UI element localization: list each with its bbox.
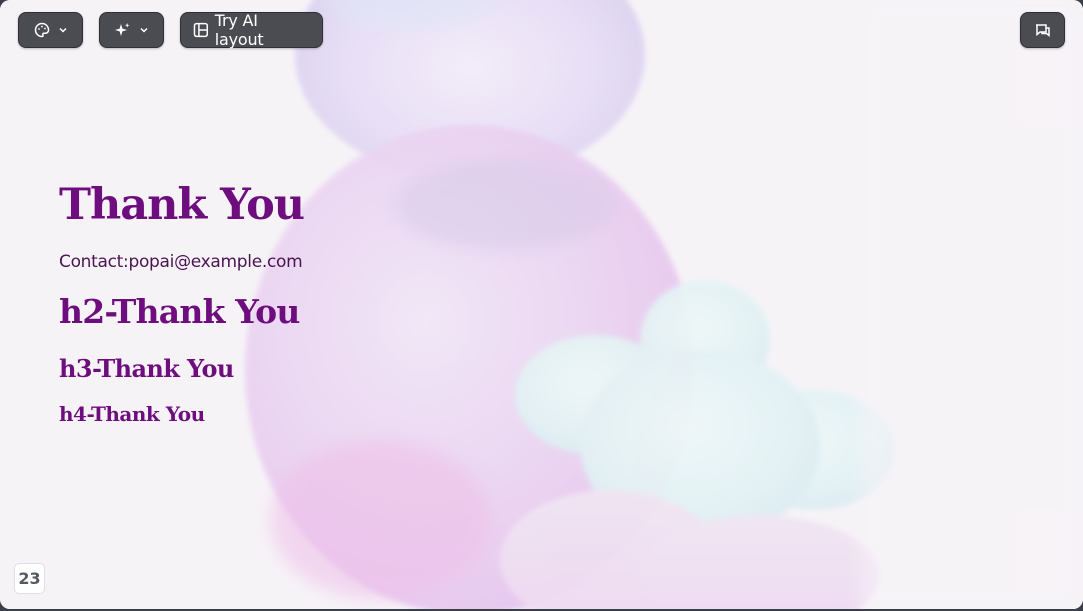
heading-h4: h4-Thank You [59, 402, 205, 426]
layout-icon [193, 22, 209, 38]
try-ai-layout-button[interactable]: Try AI layout [180, 11, 323, 49]
theme-button[interactable] [18, 12, 83, 48]
page-number-badge: 23 [14, 563, 45, 594]
chevron-down-icon [140, 27, 148, 33]
ai-magic-button[interactable] [99, 12, 164, 48]
slide-canvas: Try AI layout Thank You Contact:popai@ex… [0, 0, 1083, 609]
heading-h2: h2-Thank You [59, 292, 300, 331]
try-ai-layout-label: Try AI layout [214, 11, 264, 49]
contact-text: Contact:popai@example.com [59, 252, 303, 272]
comment-icon [1036, 23, 1050, 37]
chevron-down-icon [58, 27, 67, 33]
slide-title: Thank You [59, 180, 305, 230]
comment-button[interactable] [1020, 12, 1065, 48]
heading-h3: h3-Thank You [59, 354, 234, 383]
palette-icon [34, 22, 49, 38]
sparkles-icon [115, 22, 130, 36]
